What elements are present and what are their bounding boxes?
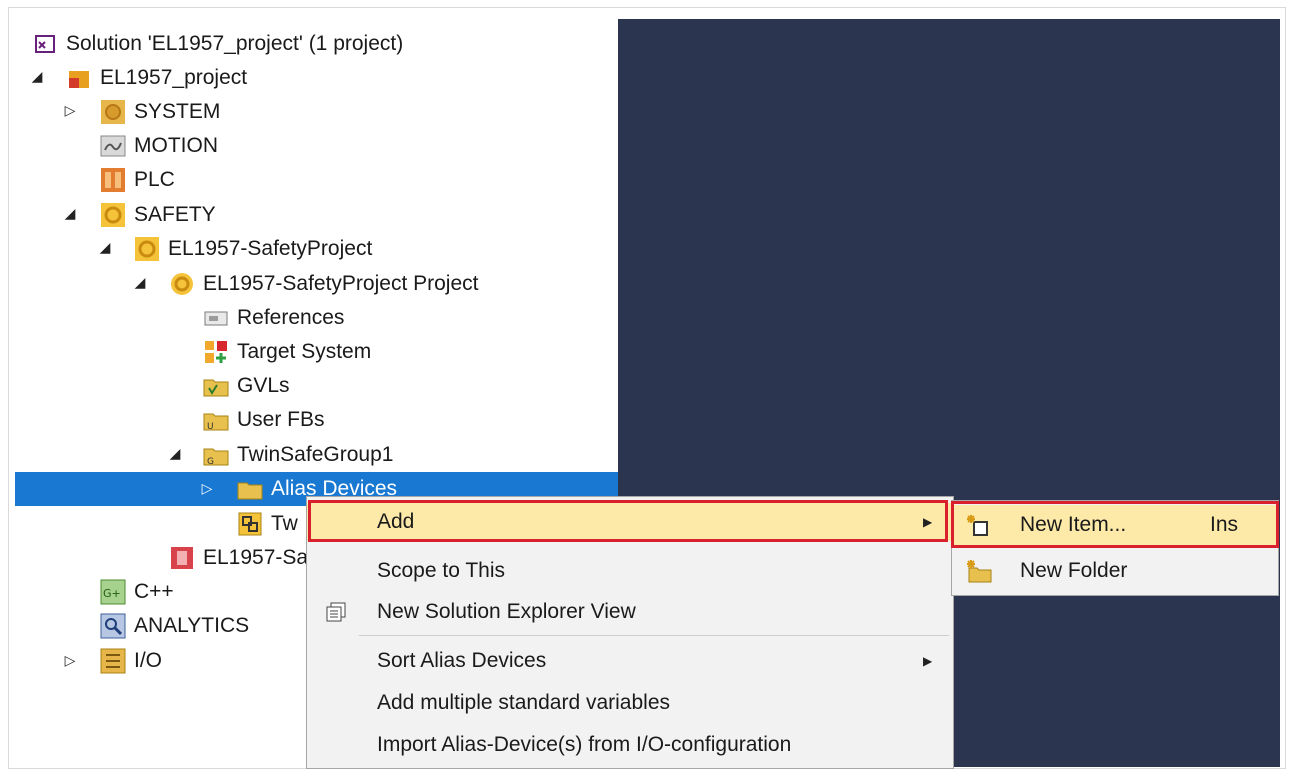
tree-item-label: SYSTEM bbox=[134, 100, 221, 123]
tree-item-label: EL1957-SafetyProject bbox=[168, 237, 373, 260]
io-icon bbox=[100, 648, 126, 674]
menu-item-scope-to-this[interactable]: Scope to This bbox=[307, 552, 953, 590]
plc-icon bbox=[100, 167, 126, 193]
tree-item-project[interactable]: EL1957_project bbox=[66, 61, 247, 95]
system-icon bbox=[100, 99, 126, 125]
collapsed-arrow-icon[interactable]: ▷ bbox=[63, 652, 77, 669]
menu-item-new-folder[interactable]: New Folder bbox=[952, 551, 1278, 591]
add-highlight-frame bbox=[308, 500, 948, 542]
safety-project-gear-icon bbox=[169, 271, 195, 297]
menu-item-label: New Folder bbox=[1020, 559, 1128, 582]
tree-item-target-system[interactable]: Target System bbox=[203, 335, 371, 369]
alias-devices-folder-icon bbox=[237, 476, 263, 502]
analytics-icon bbox=[100, 613, 126, 639]
tree-item-plc[interactable]: PLC bbox=[100, 163, 175, 197]
target-system-icon bbox=[203, 339, 229, 365]
tree-item-label: MOTION bbox=[134, 134, 218, 157]
menu-item-label: Add multiple standard variables bbox=[377, 691, 670, 714]
tree-item-system[interactable]: SYSTEM bbox=[100, 95, 220, 129]
tree-item-safety-project[interactable]: EL1957-SafetyProject bbox=[134, 232, 372, 266]
twinsafe-connection-icon bbox=[237, 511, 263, 537]
tree-item-label: C++ bbox=[134, 580, 174, 603]
svg-text:G: G bbox=[207, 457, 214, 467]
tree-item-user-fbs[interactable]: U User FBs bbox=[203, 403, 325, 437]
tree-item-label: SAFETY bbox=[134, 203, 216, 226]
menu-item-add-multiple-standard-variables[interactable]: Add multiple standard variables bbox=[307, 684, 953, 722]
motion-icon bbox=[100, 133, 126, 159]
tree-item-twinsafe-group[interactable]: G TwinSafeGroup1 bbox=[203, 438, 393, 472]
twinsafe-group-folder-icon: G bbox=[203, 442, 229, 468]
tree-item-label: References bbox=[237, 306, 345, 329]
menu-separator bbox=[359, 635, 949, 636]
tree-item-safety[interactable]: SAFETY bbox=[100, 198, 216, 232]
submenu-arrow-icon: ▶ bbox=[923, 654, 933, 668]
safety-project-icon bbox=[134, 236, 160, 262]
tree-item-label: EL1957_project bbox=[100, 66, 248, 89]
menu-item-label: New Solution Explorer View bbox=[377, 600, 636, 623]
tree-item-label: GVLs bbox=[237, 374, 290, 397]
gvl-folder-icon bbox=[203, 373, 229, 399]
svg-text:U: U bbox=[207, 422, 214, 432]
tree-item-references[interactable]: References bbox=[203, 301, 344, 335]
tree-item-label: ANALYTICS bbox=[134, 614, 250, 637]
menu-item-label: Scope to This bbox=[377, 559, 506, 582]
tree-item-io[interactable]: I/O bbox=[100, 644, 162, 678]
menu-item-label: Import Alias-Device(s) from I/O-configur… bbox=[377, 733, 792, 756]
tree-item-label: User FBs bbox=[237, 408, 325, 431]
tree-item-solution[interactable]: Solution 'EL1957_project' (1 project) bbox=[32, 27, 403, 61]
tree-item-motion[interactable]: MOTION bbox=[100, 129, 218, 163]
solution-explorer-view-icon bbox=[325, 601, 347, 629]
expanded-arrow-icon[interactable]: ◢ bbox=[30, 68, 44, 85]
menu-item-new-solution-explorer-view[interactable]: New Solution Explorer View bbox=[307, 593, 953, 631]
tree-item-analytics[interactable]: ANALYTICS bbox=[100, 609, 249, 643]
tree-item-gvls[interactable]: GVLs bbox=[203, 369, 290, 403]
tree-item-safety-project-project[interactable]: EL1957-SafetyProject Project bbox=[169, 267, 478, 301]
user-fb-folder-icon: U bbox=[203, 407, 229, 433]
tree-item-el1957-sa[interactable]: EL1957-Sa bbox=[169, 541, 308, 575]
tree-item-label: Target System bbox=[237, 340, 372, 363]
collapsed-arrow-icon[interactable]: ▷ bbox=[200, 480, 214, 497]
tree-item-label: Tw bbox=[271, 512, 298, 535]
twincat-project-icon bbox=[66, 65, 92, 91]
expanded-arrow-icon[interactable]: ◢ bbox=[98, 239, 112, 256]
tree-item-label: EL1957-Sa bbox=[203, 546, 309, 569]
tree-item-cpp[interactable]: G+ C++ bbox=[100, 575, 174, 609]
safety-icon bbox=[100, 202, 126, 228]
tree-item-label: EL1957-SafetyProject Project bbox=[203, 272, 479, 295]
visual-studio-solution-icon bbox=[32, 31, 58, 57]
tree-item-label: I/O bbox=[134, 649, 163, 672]
menu-item-import-alias-devices[interactable]: Import Alias-Device(s) from I/O-configur… bbox=[307, 726, 953, 764]
expanded-arrow-icon[interactable]: ◢ bbox=[63, 205, 77, 222]
menu-item-label: Sort Alias Devices bbox=[377, 649, 547, 672]
safety-device-icon bbox=[169, 545, 195, 571]
new-item-highlight-frame bbox=[951, 501, 1279, 548]
expanded-arrow-icon[interactable]: ◢ bbox=[133, 274, 147, 291]
tree-item-label: Solution 'EL1957_project' (1 project) bbox=[66, 32, 404, 55]
tree-item-label: PLC bbox=[134, 168, 175, 191]
references-icon bbox=[203, 305, 229, 331]
tree-item-label: TwinSafeGroup1 bbox=[237, 443, 394, 466]
menu-item-sort-alias-devices[interactable]: Sort Alias Devices ▶ bbox=[307, 642, 953, 680]
new-folder-icon bbox=[966, 559, 992, 589]
cpp-icon: G+ bbox=[100, 579, 126, 605]
collapsed-arrow-icon[interactable]: ▷ bbox=[63, 102, 77, 119]
tree-item-tw[interactable]: Tw bbox=[237, 507, 298, 541]
svg-text:G+: G+ bbox=[103, 587, 121, 600]
expanded-arrow-icon[interactable]: ◢ bbox=[168, 445, 182, 462]
